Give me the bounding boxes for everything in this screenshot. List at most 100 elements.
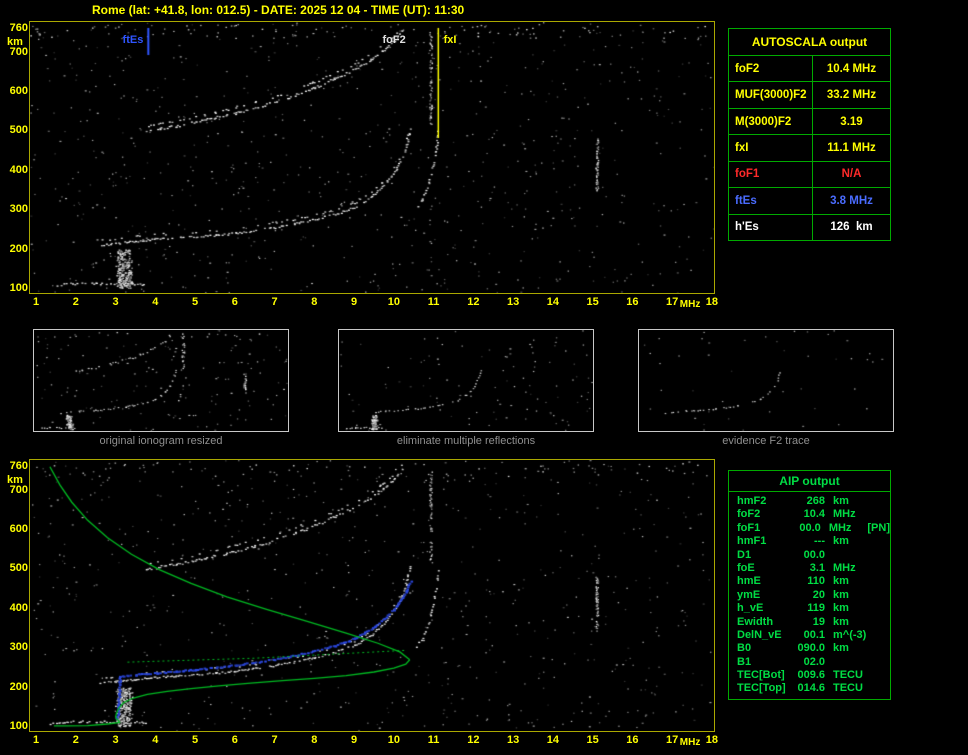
x-tick-10: 10 <box>387 296 400 308</box>
thumbnail-original-ionogram <box>33 329 289 432</box>
y-tick-500: 500 <box>9 124 28 137</box>
ionogram-plot-main: ftEs foF2 fxI <box>29 21 715 294</box>
thumbnail-f2-evidence <box>638 329 894 432</box>
x-tick-2: 2 <box>72 734 79 746</box>
autoscala-param-value: N/A <box>841 168 862 181</box>
autoscala-row-fxi: fxI 11.1 MHz <box>729 135 890 162</box>
x-tick-15: 15 <box>586 734 599 746</box>
y-tick-200: 200 <box>9 680 28 693</box>
autoscala-app-window: Rome (lat: +41.8, lon: 012.5) - DATE: 20… <box>0 0 968 755</box>
autoscala-param-value: 11.1 MHz <box>827 141 876 154</box>
x-tick-5: 5 <box>191 734 199 746</box>
x-tick-14: 14 <box>546 734 559 746</box>
aip-param-label: TEC[Bot] <box>737 669 785 682</box>
aip-param-value: 02.0 <box>803 655 825 668</box>
aip-row-hmf2: hmF2 268 km <box>737 495 890 508</box>
x-tick-1: 1 <box>32 734 40 746</box>
aip-param-label: B1 <box>737 655 752 668</box>
x-tick-6: 6 <box>231 734 238 746</box>
x-tick-15: 15 <box>586 296 599 308</box>
autoscala-param-value: 126 km <box>830 221 873 234</box>
aip-param-note: [PN] <box>867 521 890 534</box>
aip-row-ewidth: Ewidth 19 km <box>737 616 890 629</box>
aip-param-value: 110 <box>807 575 825 588</box>
aip-param-unit: km <box>833 495 849 507</box>
thumbnail-caption-f2-evidence: evidence F2 trace <box>722 435 810 447</box>
y-tick-400: 400 <box>9 601 28 614</box>
aip-param-value: --- <box>814 535 825 548</box>
y-tick-760: 760 <box>9 22 28 34</box>
aip-row-tectop: TEC[Top] 014.6 TECU <box>737 682 890 695</box>
autoscala-param-value: 10.4 MHz <box>826 62 877 75</box>
aip-param-label: Ewidth <box>737 615 774 628</box>
x-tick-5: 5 <box>191 296 199 308</box>
aip-row-hme: hmE 110 km <box>737 575 890 588</box>
aip-row-b1: B1 02.0 <box>737 656 890 669</box>
aip-param-label: foF2 <box>737 508 761 521</box>
x-tick-11: 11 <box>427 296 440 308</box>
autoscala-row-ftes: ftEs 3.8 MHz <box>729 188 890 215</box>
x-tick-9: 9 <box>351 296 358 308</box>
autoscala-row-m3000f2: M(3000)F2 3.19 <box>729 108 890 136</box>
x-tick-13: 13 <box>506 734 520 746</box>
autoscala-row-muf3000f2: MUF(3000)F2 33.2 MHz <box>729 82 890 109</box>
autoscala-param-label: M(3000)F2 <box>729 108 813 135</box>
autoscala-param-label: fxI <box>729 135 813 161</box>
aip-param-value: 090.0 <box>797 642 825 655</box>
x-axis-unit: MHz <box>679 299 701 310</box>
x-tick-10: 10 <box>387 734 400 746</box>
thumbnail-caption-original: original ionogram resized <box>99 435 223 447</box>
aip-param-unit: TECU <box>833 669 863 682</box>
aip-param-label: B0 <box>737 642 752 655</box>
aip-param-label: hmF2 <box>737 495 767 507</box>
x-axis-unit: MHz <box>679 737 701 748</box>
aip-param-label: h_vE <box>737 602 764 615</box>
aip-param-label: foF1 <box>737 521 761 534</box>
aip-param-unit: km <box>833 602 849 615</box>
aip-param-value: 10.4 <box>803 508 825 521</box>
autoscala-panel-title: AUTOSCALA output <box>729 29 890 56</box>
x-tick-14: 14 <box>546 296 559 308</box>
autoscala-param-value: 3.8 MHz <box>830 194 873 207</box>
thumbnail-f2-evidence-canvas <box>639 330 893 431</box>
ionogram-canvas-profile <box>30 460 714 731</box>
aip-param-unit: km <box>833 642 849 655</box>
thumbnail-no-multiples-canvas <box>339 330 593 431</box>
y-tick-100: 100 <box>9 719 28 732</box>
x-tick-9: 9 <box>351 734 358 746</box>
autoscala-param-value: 33.2 MHz <box>826 89 877 102</box>
aip-param-unit: TECU <box>833 682 863 695</box>
y-tick-600: 600 <box>9 85 28 98</box>
x-tick-8: 8 <box>311 734 318 746</box>
thumbnail-original-canvas <box>34 330 288 431</box>
y-tick-100: 100 <box>9 281 28 294</box>
x-tick-8: 8 <box>311 296 318 308</box>
aip-param-unit <box>825 549 863 562</box>
aip-row-delnve: DelN_vE 00.1 m^(-3) <box>737 629 890 642</box>
autoscala-param-label: MUF(3000)F2 <box>729 82 813 108</box>
x-axis-profile: 1 2 3 4 5 6 7 8 9 10 11 12 13 14 15 16 17 18 MHz <box>30 734 730 750</box>
aip-param-unit: MHz <box>833 561 856 574</box>
x-tick-17: 17 <box>666 296 679 308</box>
aip-param-value: 009.6 <box>797 669 825 682</box>
aip-param-unit: km <box>833 575 849 588</box>
x-tick-4: 4 <box>152 734 159 746</box>
x-tick-7: 7 <box>271 734 278 746</box>
aip-param-value: 20 <box>812 588 825 601</box>
autoscala-param-label: foF2 <box>729 56 813 82</box>
x-tick-18: 18 <box>705 734 719 746</box>
aip-row-b0: B0 090.0 km <box>737 642 890 655</box>
aip-param-label: DelN_vE <box>737 628 782 641</box>
x-tick-12: 12 <box>467 296 480 308</box>
y-axis-main: 760 700 600 500 400 300 200 100 km <box>2 22 28 294</box>
x-tick-4: 4 <box>152 296 159 308</box>
y-tick-760: 760 <box>9 460 28 472</box>
x-tick-11: 11 <box>427 734 440 746</box>
x-tick-17: 17 <box>666 734 679 746</box>
aip-param-unit: MHz <box>833 508 856 521</box>
autoscala-param-value: 3.19 <box>840 115 863 128</box>
y-tick-600: 600 <box>9 523 28 536</box>
station-title: Rome (lat: +41.8, lon: 012.5) - DATE: 20… <box>92 3 465 17</box>
y-axis-unit: km <box>7 474 23 486</box>
thumbnail-caption-no-multiples: eliminate multiple reflections <box>396 435 536 447</box>
